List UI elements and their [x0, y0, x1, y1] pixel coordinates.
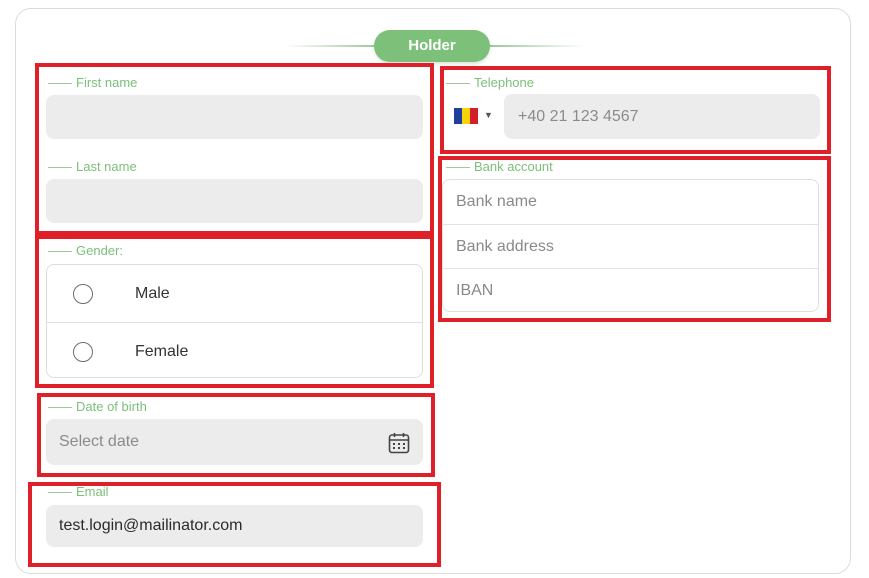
email-value: test.login@mailinator.com	[59, 517, 243, 534]
bank-name-input[interactable]: Bank name	[443, 180, 818, 224]
email-label: Email	[48, 484, 109, 500]
gender-option-male[interactable]: Male	[47, 265, 422, 322]
telephone-field: ▼ +40 21 123 4567	[442, 94, 820, 139]
date-of-birth-input[interactable]: Select date	[46, 419, 423, 465]
country-dropdown-caret-icon[interactable]: ▼	[484, 110, 493, 120]
section-title-holder: Holder	[374, 30, 490, 62]
telephone-input[interactable]: +40 21 123 4567	[504, 94, 820, 139]
bank-account-label: Bank account	[446, 159, 553, 175]
telephone-placeholder: +40 21 123 4567	[518, 107, 639, 125]
email-input[interactable]: test.login@mailinator.com	[46, 505, 423, 547]
romania-flag-icon[interactable]	[454, 108, 478, 124]
gender-option-female[interactable]: Female	[47, 322, 422, 379]
bank-name-placeholder: Bank name	[456, 193, 537, 210]
telephone-label: Telephone	[446, 75, 534, 91]
iban-placeholder: IBAN	[456, 282, 494, 299]
female-label: Female	[135, 343, 189, 360]
bank-account-fields: Bank name Bank address IBAN	[442, 179, 819, 312]
last-name-input[interactable]	[46, 179, 423, 223]
holder-divider-left	[285, 45, 377, 47]
date-of-birth-placeholder: Select date	[59, 433, 140, 450]
gender-label: Gender:	[48, 243, 123, 259]
holder-divider-right	[490, 45, 585, 47]
bank-address-input[interactable]: Bank address	[443, 224, 818, 268]
gender-options: Male Female	[46, 264, 423, 378]
male-label: Male	[135, 285, 170, 302]
male-radio[interactable]	[73, 284, 93, 304]
iban-input[interactable]: IBAN	[443, 268, 818, 312]
bank-address-placeholder: Bank address	[456, 238, 554, 255]
date-of-birth-label: Date of birth	[48, 399, 147, 415]
calendar-icon[interactable]	[387, 431, 411, 455]
first-name-label: First name	[48, 75, 137, 91]
first-name-input[interactable]	[46, 95, 423, 139]
last-name-label: Last name	[48, 159, 137, 175]
female-radio[interactable]	[73, 342, 93, 362]
